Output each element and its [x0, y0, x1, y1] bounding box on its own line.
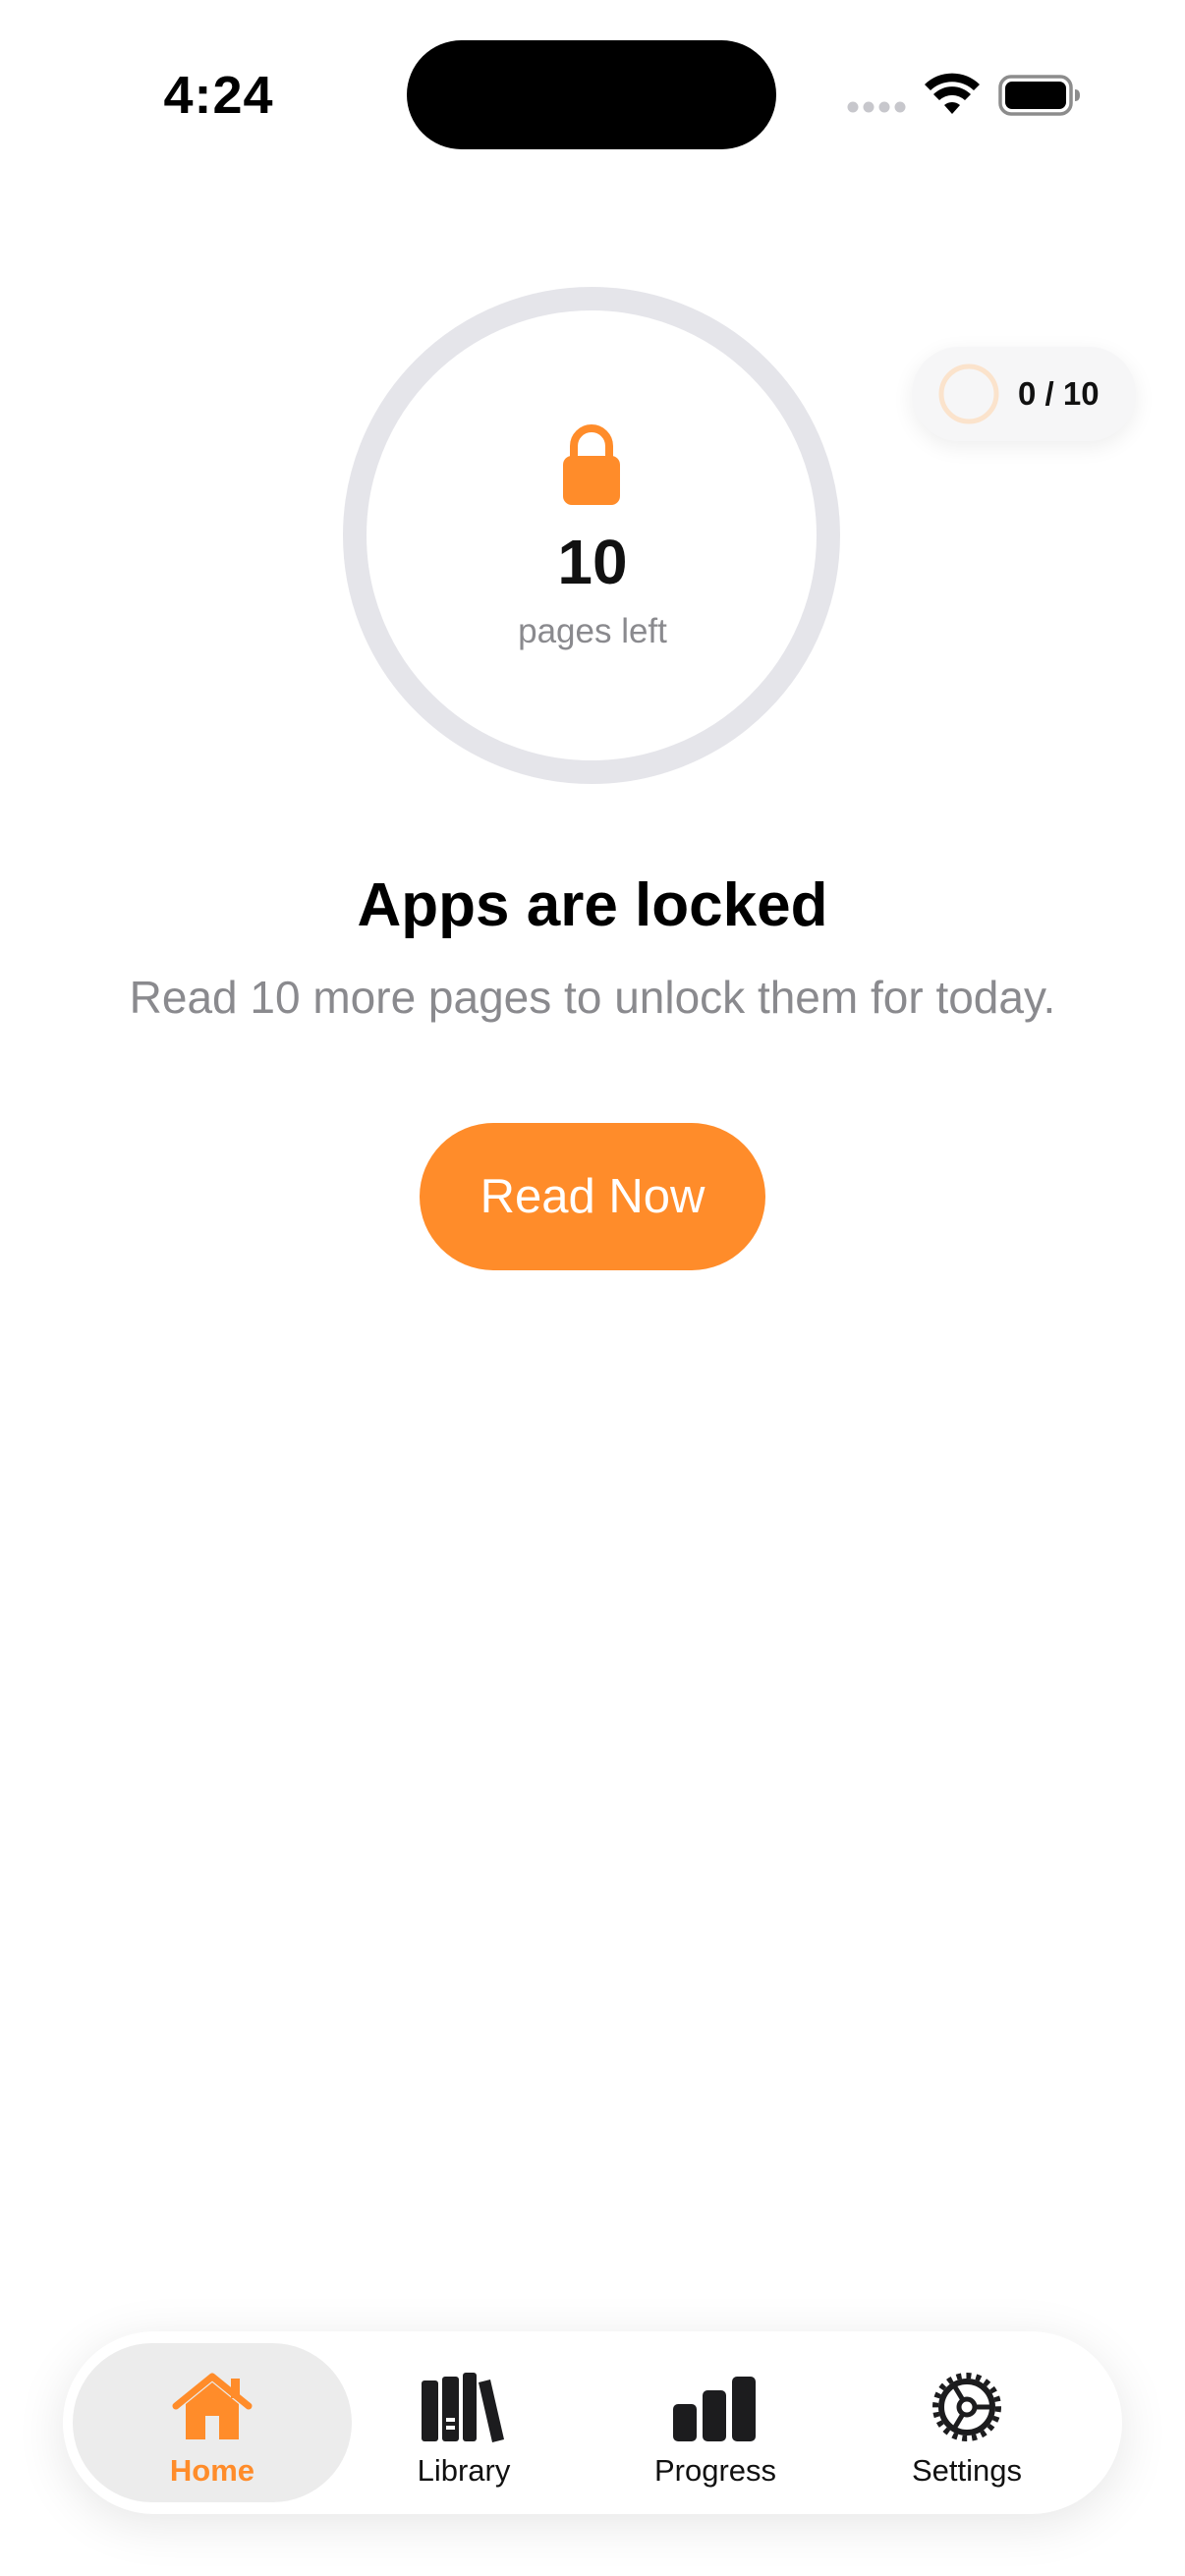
home-icon [172, 2373, 253, 2439]
dynamic-island [407, 40, 776, 149]
tab-progress[interactable]: Progress [576, 2343, 855, 2502]
tab-library[interactable]: Library [324, 2343, 603, 2502]
progress-ring-icon [938, 364, 999, 424]
signal-icon [847, 101, 906, 113]
tab-settings[interactable]: Settings [827, 2343, 1106, 2502]
progress-count: 0 / 10 [1018, 375, 1100, 412]
bar-chart-icon [673, 2377, 756, 2441]
locked-title: Apps are locked [357, 871, 828, 939]
tab-settings-label: Settings [911, 2453, 1022, 2488]
gear-icon [932, 2373, 1001, 2441]
tab-library-label: Library [417, 2453, 511, 2488]
battery-icon [998, 75, 1080, 116]
locked-subtitle: Read 10 more pages to unlock them for to… [129, 972, 1056, 1023]
tab-home[interactable]: Home [73, 2343, 352, 2502]
tab-progress-label: Progress [653, 2453, 777, 2488]
progress-pill[interactable]: 0 / 10 [912, 347, 1136, 441]
pages-left-caption: pages left [518, 612, 667, 650]
tab-bar: Home Library Progress Settings [63, 2331, 1122, 2514]
pages-left-count: 10 [557, 527, 628, 597]
tab-home-label: Home [169, 2453, 255, 2488]
books-icon [422, 2373, 504, 2442]
status-time: 4:24 [163, 66, 274, 125]
wifi-icon [925, 73, 980, 114]
read-now-button[interactable]: Read Now [420, 1123, 765, 1270]
lock-icon [563, 424, 620, 505]
